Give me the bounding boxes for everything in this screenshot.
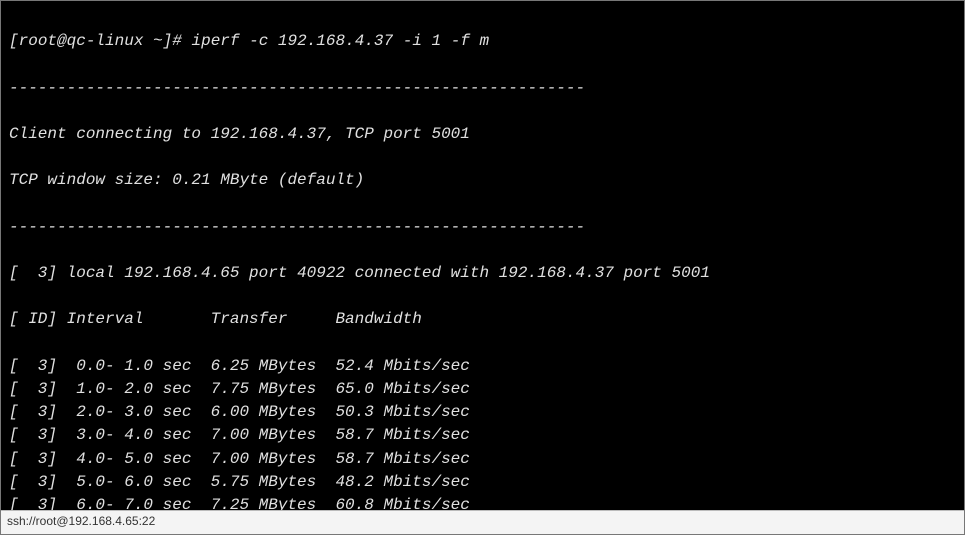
table-row: [ 3] 5.0- 6.0 sec 5.75 MBytes 48.2 Mbits…: [9, 471, 956, 494]
prompt-at: @: [57, 32, 67, 50]
table-header: [ ID] Interval Transfer Bandwidth: [9, 308, 956, 331]
prompt-open-bracket: [: [9, 32, 19, 50]
table-row: [ 3] 3.0- 4.0 sec 7.00 MBytes 58.7 Mbits…: [9, 424, 956, 447]
divider-2: ----------------------------------------…: [9, 216, 956, 239]
prompt-host: qc-linux: [67, 32, 144, 50]
table-row: [ 3] 6.0- 7.0 sec 7.25 MBytes 60.8 Mbits…: [9, 494, 956, 511]
table-row: [ 3] 0.0- 1.0 sec 6.25 MBytes 52.4 Mbits…: [9, 355, 956, 378]
local-connect-line: [ 3] local 192.168.4.65 port 40922 conne…: [9, 262, 956, 285]
prompt-user: root: [19, 32, 57, 50]
prompt-line-1: [root@qc-linux ~]# iperf -c 192.168.4.37…: [9, 30, 956, 53]
divider-1: ----------------------------------------…: [9, 77, 956, 100]
table-row: [ 3] 2.0- 3.0 sec 6.00 MBytes 50.3 Mbits…: [9, 401, 956, 424]
prompt-cwd: ~: [153, 32, 163, 50]
tcp-window-line: TCP window size: 0.21 MByte (default): [9, 169, 956, 192]
terminal-output[interactable]: [root@qc-linux ~]# iperf -c 192.168.4.37…: [1, 1, 964, 511]
status-bar: ssh://root@192.168.4.65:22: [1, 510, 964, 534]
terminal-window: [root@qc-linux ~]# iperf -c 192.168.4.37…: [0, 0, 965, 535]
client-connect-line: Client connecting to 192.168.4.37, TCP p…: [9, 123, 956, 146]
table-row: [ 3] 1.0- 2.0 sec 7.75 MBytes 65.0 Mbits…: [9, 378, 956, 401]
ssh-connection-label: ssh://root@192.168.4.65:22: [7, 514, 155, 528]
prompt-close-bracket: ]: [163, 32, 173, 50]
prompt-symbol: #: [172, 32, 182, 50]
command-text: iperf -c 192.168.4.37 -i 1 -f m: [191, 32, 489, 50]
table-row: [ 3] 4.0- 5.0 sec 7.00 MBytes 58.7 Mbits…: [9, 448, 956, 471]
